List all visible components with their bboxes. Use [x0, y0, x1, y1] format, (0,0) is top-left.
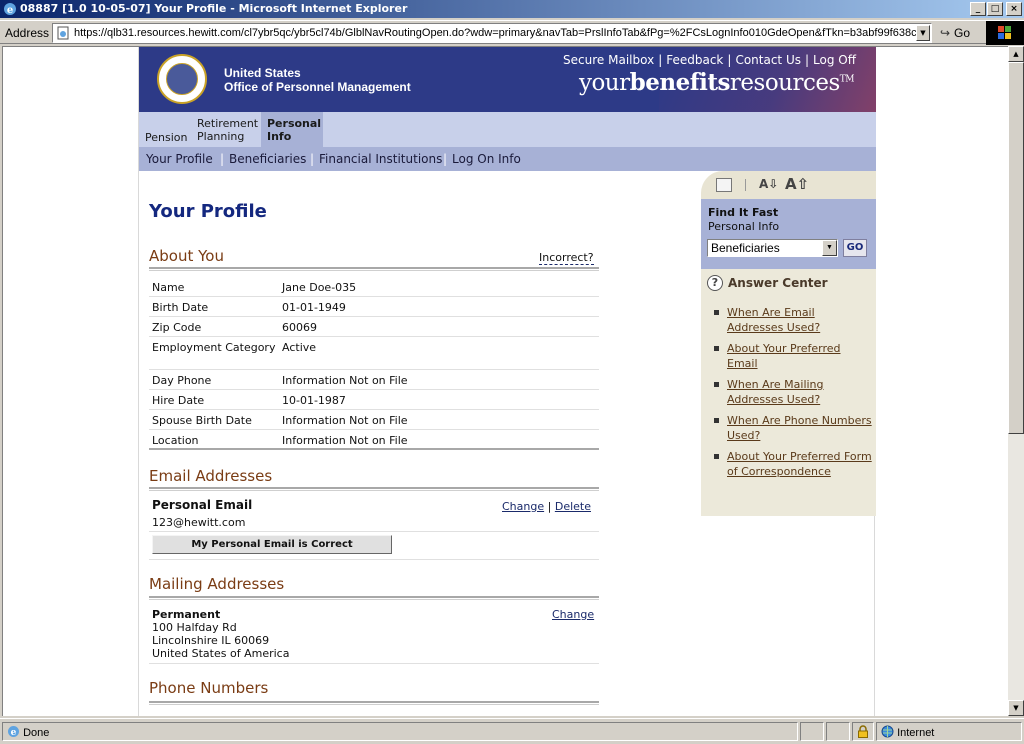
section-divider	[149, 487, 599, 491]
address-line1: 100 Halfday Rd	[152, 621, 237, 634]
opm-seal-logo	[157, 54, 207, 104]
email-type-label: Personal Email	[152, 498, 253, 512]
profile-row: Birth Date 01-01-1949	[149, 297, 599, 317]
print-icon[interactable]	[716, 178, 732, 192]
title-bar: e 08887 [1.0 10-05-07] Your Profile - Mi…	[0, 0, 1024, 18]
minimize-button[interactable]: _	[970, 2, 986, 16]
go-button[interactable]: ↪ Go	[940, 23, 984, 43]
find-it-fast-title: Find It Fast	[708, 206, 779, 219]
windows-logo-icon	[986, 21, 1024, 45]
svg-text:e: e	[11, 728, 17, 738]
right-sidebar: A⇩ A⇧ Find It Fast Personal Info Benefic…	[701, 171, 876, 516]
address-line3: United States of America	[152, 647, 290, 660]
page-icon	[57, 26, 69, 40]
email-addresses-heading: Email Addresses	[149, 467, 273, 485]
svg-text:e: e	[7, 5, 13, 16]
page-tools: A⇩ A⇧	[701, 171, 876, 199]
main-tabs: Pension Retirement Planning Personal Info	[139, 112, 876, 147]
secure-mailbox-link[interactable]: Secure Mailbox	[563, 53, 654, 67]
contact-us-link[interactable]: Contact Us	[735, 53, 801, 67]
security-zone: Internet	[876, 722, 1022, 741]
mailing-type-label: Permanent	[152, 608, 221, 621]
answer-link[interactable]: When Are Mailing Addresses Used?	[713, 377, 873, 407]
subnav-beneficiaries[interactable]: Beneficiaries	[229, 152, 306, 166]
close-button[interactable]: ×	[1006, 2, 1022, 16]
incorrect-link[interactable]: Incorrect?	[539, 251, 594, 265]
sub-navigation: Your Profile | Beneficiaries | Financial…	[139, 147, 876, 171]
email-correct-button[interactable]: My Personal Email is Correct	[152, 535, 392, 554]
address-label: Address	[5, 26, 50, 40]
scroll-up-icon[interactable]: ▲	[1008, 46, 1024, 62]
email-change-link[interactable]: Change	[502, 500, 544, 513]
status-text: e Done	[2, 722, 798, 741]
go-label: Go	[954, 26, 971, 40]
find-it-fast-subtitle: Personal Info	[708, 220, 780, 233]
answer-link[interactable]: About Your Preferred Email	[713, 341, 873, 371]
chevron-down-icon: ▼	[822, 240, 837, 256]
tab-retirement-planning[interactable]: Retirement Planning	[191, 112, 259, 147]
email-actions: Change | Delete	[502, 500, 591, 513]
question-icon: ?	[707, 275, 723, 291]
answer-center-heading: Answer Center	[728, 276, 828, 290]
find-go-button[interactable]: GO	[843, 239, 867, 257]
subnav-log-on-info[interactable]: Log On Info	[452, 152, 521, 166]
page-container: United States Office of Personnel Manage…	[138, 47, 876, 716]
org-name-line1: United States	[224, 66, 301, 80]
find-it-fast-panel: Find It Fast Personal Info Beneficiaries…	[701, 199, 876, 269]
find-it-fast-select[interactable]: Beneficiaries ▼	[707, 239, 838, 257]
phone-numbers-heading: Phone Numbers	[149, 679, 269, 697]
tab-pension[interactable]: Pension	[139, 112, 189, 147]
window-title: 08887 [1.0 10-05-07] Your Profile - Micr…	[20, 2, 408, 15]
feedback-link[interactable]: Feedback	[666, 53, 723, 67]
section-divider	[149, 701, 599, 705]
globe-icon	[881, 725, 894, 738]
address-dropdown-icon[interactable]: ▼	[916, 25, 930, 41]
scroll-thumb[interactable]	[1008, 62, 1024, 434]
increase-font-icon[interactable]: A⇧	[785, 175, 809, 193]
maximize-button[interactable]: □	[987, 2, 1003, 16]
log-off-link[interactable]: Log Off	[813, 53, 856, 67]
address-field[interactable]: https://qlb31.resources.hewitt.com/cl7yb…	[52, 23, 932, 43]
ie-logo-icon: e	[4, 3, 16, 16]
go-arrow-icon: ↪	[940, 26, 951, 40]
address-line2: Lincolnshire IL 60069	[152, 634, 270, 647]
profile-row: Zip Code 60069	[149, 317, 599, 337]
lock-icon	[852, 722, 874, 741]
answer-link[interactable]: When Are Phone Numbers Used?	[713, 413, 873, 443]
answer-link[interactable]: About Your Preferred Form of Corresponde…	[713, 449, 873, 479]
scroll-down-icon[interactable]: ▼	[1008, 700, 1024, 716]
mailing-change-link[interactable]: Change	[552, 608, 594, 621]
address-url[interactable]: https://qlb31.resources.hewitt.com/cl7yb…	[74, 27, 920, 39]
address-bar: Address https://qlb31.resources.hewitt.c…	[0, 20, 1024, 45]
status-bar: e Done Internet	[0, 718, 1024, 744]
page-title: Your Profile	[149, 201, 267, 222]
decrease-font-icon[interactable]: A⇩	[759, 177, 778, 191]
mailing-addresses-heading: Mailing Addresses	[149, 575, 285, 593]
page-viewport: United States Office of Personnel Manage…	[2, 46, 1008, 716]
email-delete-link[interactable]: Delete	[555, 500, 591, 513]
brand-logo: yourbenefitsresourcesTM	[578, 69, 855, 96]
section-divider	[149, 596, 599, 600]
profile-row: Spouse Birth Date Information Not on File	[149, 410, 599, 430]
profile-row: Hire Date 10-01-1987	[149, 390, 599, 410]
subnav-financial-institutions[interactable]: Financial Institutions	[319, 152, 442, 166]
about-you-heading: About You	[149, 247, 224, 265]
profile-row: Name Jane Doe-035	[149, 277, 599, 297]
answer-center-links: When Are Email Addresses Used? About You…	[713, 305, 873, 485]
answer-link[interactable]: When Are Email Addresses Used?	[713, 305, 873, 335]
section-divider	[149, 267, 599, 271]
tab-personal-info[interactable]: Personal Info	[261, 112, 323, 147]
org-name-line2: Office of Personnel Management	[224, 80, 411, 94]
site-header: United States Office of Personnel Manage…	[139, 47, 876, 112]
profile-row: Location Information Not on File	[149, 430, 599, 450]
answer-center-panel: ? Answer Center When Are Email Addresses…	[701, 269, 876, 516]
page-done-icon: e	[8, 726, 19, 738]
utility-links: Secure Mailbox | Feedback | Contact Us | Log O…	[563, 53, 856, 67]
subnav-your-profile[interactable]: Your Profile	[146, 152, 213, 166]
profile-row: Day Phone Information Not on File	[149, 370, 599, 390]
profile-row: Employment Category Active	[149, 337, 599, 370]
vertical-scrollbar[interactable]: ▲ ▼	[1008, 46, 1024, 716]
browser-window: e 08887 [1.0 10-05-07] Your Profile - Mi…	[0, 0, 1024, 744]
email-address-value: 123@hewitt.com	[152, 516, 246, 529]
